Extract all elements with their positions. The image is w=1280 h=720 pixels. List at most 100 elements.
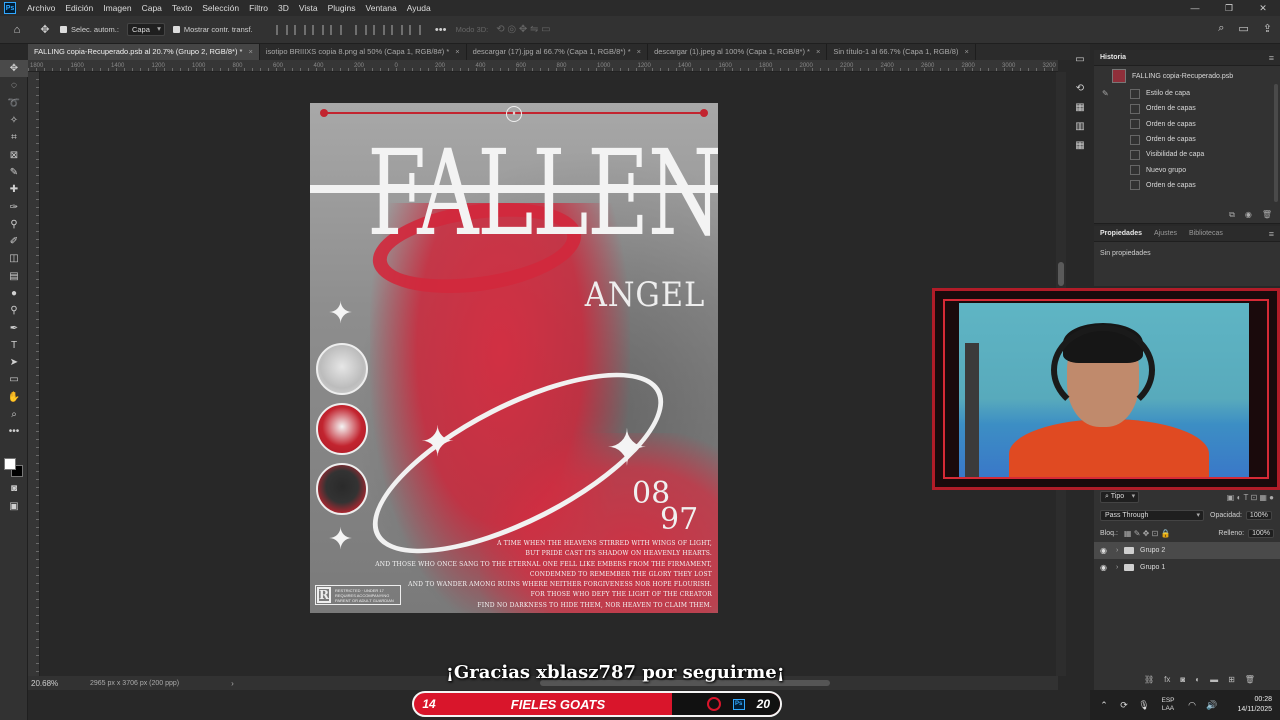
history-scrollbar[interactable] bbox=[1274, 84, 1278, 202]
crop-tool-icon[interactable]: ⌗ bbox=[0, 129, 28, 146]
distribute-vertical-icon[interactable] bbox=[408, 24, 421, 35]
tab-ajustes[interactable]: Ajustes bbox=[1148, 226, 1183, 242]
history-item[interactable]: Orden de capas bbox=[1094, 178, 1280, 193]
home-icon[interactable]: ⌂ bbox=[10, 23, 24, 37]
menu-3d[interactable]: 3D bbox=[273, 0, 294, 16]
opacity-field[interactable]: 100% bbox=[1245, 510, 1272, 520]
marquee-tool-icon[interactable]: ◌ bbox=[0, 77, 28, 94]
menu-capa[interactable]: Capa bbox=[137, 0, 167, 16]
menu-imagen[interactable]: Imagen bbox=[98, 0, 136, 16]
chevron-right-icon[interactable]: › bbox=[231, 679, 234, 688]
new-layer-icon[interactable]: ⊞ bbox=[1228, 675, 1235, 684]
eyedropper-tool-icon[interactable]: ✎ bbox=[0, 164, 28, 181]
blend-mode-dropdown[interactable]: Pass Through bbox=[1100, 509, 1204, 521]
auto-select-target-dropdown[interactable]: Capa bbox=[126, 23, 165, 36]
eraser-tool-icon[interactable]: ◫ bbox=[0, 250, 28, 267]
history-item[interactable]: Orden de capas bbox=[1094, 132, 1280, 147]
close-tab-icon[interactable]: × bbox=[455, 47, 459, 56]
restore-icon[interactable]: ❐ bbox=[1212, 0, 1246, 16]
close-tab-icon[interactable]: × bbox=[248, 47, 252, 56]
brush-tool-icon[interactable]: ✑ bbox=[0, 198, 28, 215]
close-icon[interactable]: ✕ bbox=[1246, 0, 1280, 16]
fx-icon[interactable]: fx bbox=[1164, 675, 1170, 684]
patterns-icon[interactable]: ▦ bbox=[1070, 136, 1090, 155]
share-icon[interactable]: ⇪ bbox=[1263, 22, 1272, 35]
menu-vista[interactable]: Vista bbox=[294, 0, 323, 16]
hand-tool-icon[interactable]: ✋ bbox=[0, 389, 28, 406]
sync-icon[interactable]: ⟳ bbox=[1114, 700, 1134, 711]
layer-row-grupo-2[interactable]: ◉ › Grupo 2 bbox=[1094, 542, 1280, 559]
clock[interactable]: 00:28 14/11/2025 bbox=[1237, 695, 1280, 715]
search-icon[interactable]: ⌕ bbox=[1218, 22, 1224, 35]
panel-menu-icon[interactable]: ≡ bbox=[1269, 226, 1274, 242]
color-swatches[interactable] bbox=[4, 458, 24, 478]
close-tab-icon[interactable]: × bbox=[964, 47, 968, 56]
microphone-icon[interactable]: 🎙 bbox=[1134, 700, 1154, 711]
more-tools-icon[interactable]: ••• bbox=[0, 423, 28, 440]
blur-tool-icon[interactable]: ● bbox=[0, 285, 28, 302]
eye-icon[interactable]: ◉ bbox=[1100, 546, 1112, 555]
chevron-right-icon[interactable]: › bbox=[1116, 564, 1124, 571]
new-document-from-state-icon[interactable]: ⧉ bbox=[1229, 210, 1235, 220]
gradients-icon[interactable]: ▥ bbox=[1070, 117, 1090, 136]
menu-ayuda[interactable]: Ayuda bbox=[402, 0, 436, 16]
close-tab-icon[interactable]: × bbox=[637, 47, 641, 56]
workspace-icon[interactable]: ▭ bbox=[1238, 22, 1248, 35]
history-icon[interactable]: ⟲ bbox=[1070, 79, 1090, 98]
stamp-tool-icon[interactable]: ⚲ bbox=[0, 216, 28, 233]
vertical-ruler[interactable] bbox=[28, 72, 40, 676]
history-brush-tool-icon[interactable]: ✐ bbox=[0, 233, 28, 250]
align-top-icon[interactable] bbox=[354, 24, 367, 35]
camera-snapshot-icon[interactable]: ◉ bbox=[1245, 210, 1252, 220]
healing-brush-tool-icon[interactable]: ✚ bbox=[0, 181, 28, 198]
align-right-icon[interactable] bbox=[311, 24, 324, 35]
minimize-icon[interactable]: — bbox=[1178, 0, 1212, 16]
align-bottom-icon[interactable] bbox=[390, 24, 403, 35]
show-transform-option[interactable]: Mostrar contr. transf. bbox=[172, 25, 253, 34]
comments-icon[interactable]: ▭ bbox=[1070, 50, 1090, 69]
auto-select-option[interactable]: Selec. autom.: bbox=[60, 25, 119, 34]
menu-edicion[interactable]: Edición bbox=[60, 0, 98, 16]
history-item[interactable]: ✎ Estilo de capa bbox=[1094, 86, 1280, 101]
foreground-color-swatch[interactable] bbox=[4, 458, 16, 470]
lasso-tool-icon[interactable]: ➰ bbox=[0, 95, 28, 112]
tab-bibliotecas[interactable]: Bibliotecas bbox=[1183, 226, 1229, 242]
panel-menu-icon[interactable]: ≡ bbox=[1269, 50, 1274, 66]
tab-descargar-1[interactable]: descargar (1).jpeg al 100% (Capa 1, RGB/… bbox=[648, 44, 828, 60]
pen-tool-icon[interactable]: ✒ bbox=[0, 319, 28, 336]
dodge-tool-icon[interactable]: ⚲ bbox=[0, 302, 28, 319]
grid-icon[interactable]: ▦ bbox=[1070, 98, 1090, 117]
lock-icons[interactable]: ▦ ✎ ✥ ⊡ 🔒 bbox=[1124, 529, 1171, 538]
align-left-icon[interactable] bbox=[275, 24, 288, 35]
gradient-tool-icon[interactable]: ▤ bbox=[0, 268, 28, 285]
path-selection-tool-icon[interactable]: ➤ bbox=[0, 354, 28, 371]
align-middle-icon[interactable] bbox=[372, 24, 385, 35]
chevron-up-icon[interactable]: ⌃ bbox=[1094, 700, 1114, 711]
adjustment-layer-icon[interactable]: ◐ bbox=[1195, 675, 1200, 684]
auto-select-checkbox[interactable] bbox=[60, 26, 67, 33]
menu-plugins[interactable]: Plugins bbox=[323, 0, 361, 16]
layer-row-grupo-1[interactable]: ◉ › Grupo 1 bbox=[1094, 559, 1280, 576]
show-transform-checkbox[interactable] bbox=[172, 26, 180, 33]
history-snapshot[interactable]: FALLING copia-Recuperado.psb bbox=[1094, 66, 1280, 86]
screen-mode-icon[interactable]: ▣ bbox=[0, 498, 28, 515]
type-tool-icon[interactable]: T bbox=[0, 337, 28, 354]
menu-archivo[interactable]: Archivo bbox=[22, 0, 60, 16]
poster-artwork[interactable]: ⏸ FALLEN ANGEL ✦ ✦ ✦ ✦ 08 97 A TIME WHEN… bbox=[310, 103, 718, 613]
menu-texto[interactable]: Texto bbox=[167, 0, 197, 16]
layer-filter-dropdown[interactable]: ⌕ Tipo bbox=[1100, 491, 1140, 503]
layer-filter-icons[interactable]: ▣ ◐ T ⊡ ▦ ● bbox=[1227, 493, 1274, 502]
trash-icon[interactable]: 🗑 bbox=[1262, 210, 1272, 220]
tab-descargar-17[interactable]: descargar (17).jpg al 66.7% (Capa 1, RGB… bbox=[467, 44, 649, 60]
align-center-icon[interactable] bbox=[293, 24, 306, 35]
new-group-icon[interactable]: ▬ bbox=[1210, 675, 1218, 684]
rectangle-tool-icon[interactable]: ▭ bbox=[0, 371, 28, 388]
zoom-level[interactable]: 20.68% bbox=[28, 679, 90, 688]
move-tool-icon[interactable]: ✥ bbox=[0, 60, 28, 78]
tab-propiedades[interactable]: Propiedades bbox=[1094, 226, 1148, 242]
language-indicator[interactable]: ESP LAA bbox=[1154, 697, 1182, 713]
history-item[interactable]: Orden de capas bbox=[1094, 101, 1280, 116]
tab-historia[interactable]: Historia bbox=[1094, 50, 1132, 66]
volume-icon[interactable]: 🔊 bbox=[1202, 700, 1222, 711]
close-tab-icon[interactable]: × bbox=[816, 47, 820, 56]
